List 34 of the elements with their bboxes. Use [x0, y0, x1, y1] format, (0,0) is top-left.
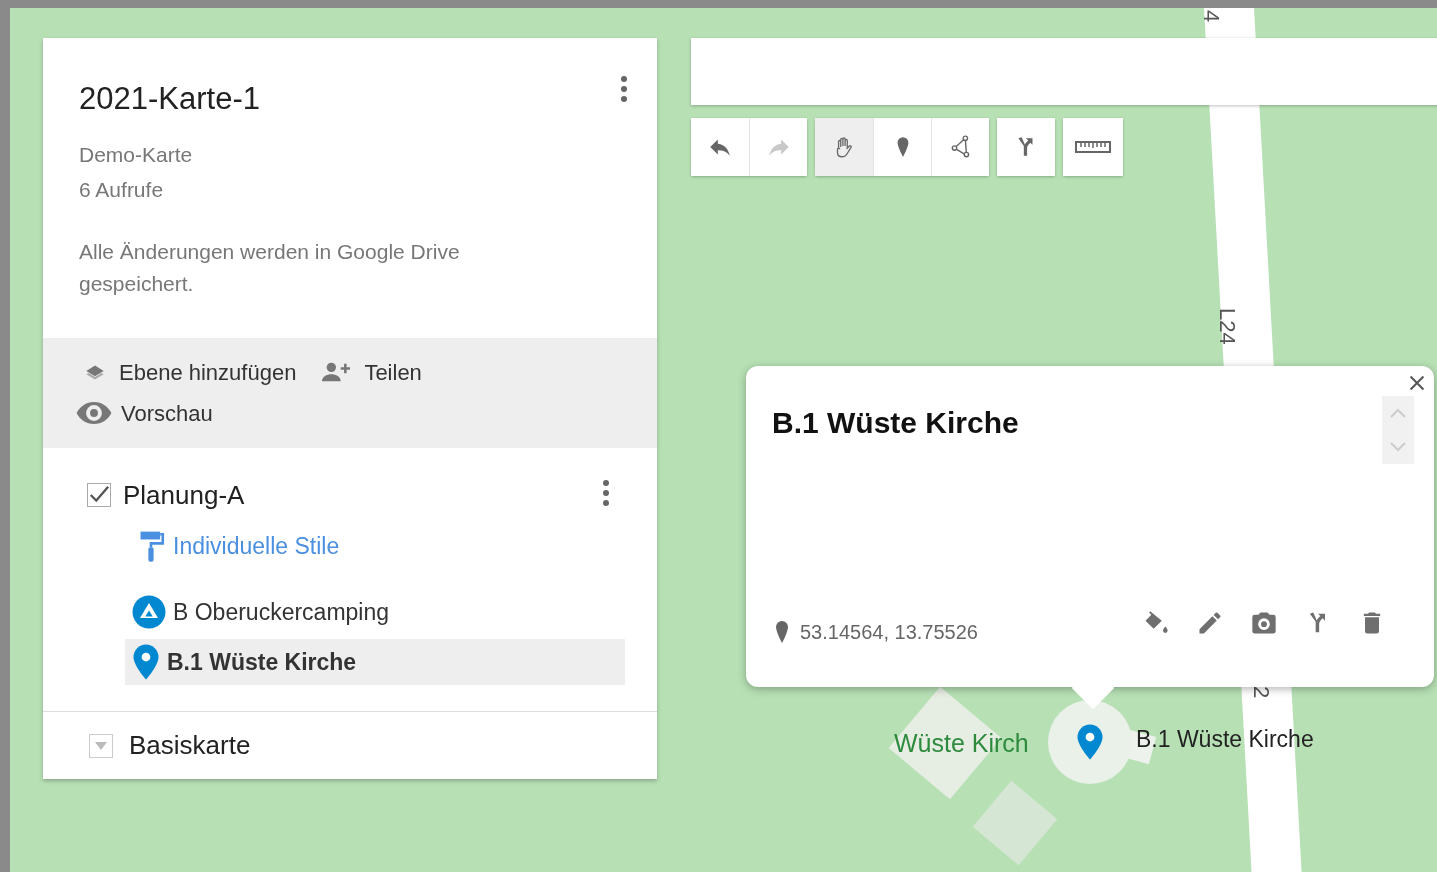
map-pin-icon	[1075, 723, 1105, 761]
feature-item[interactable]: B.1 Wüste Kirche	[125, 639, 625, 685]
expand-toggle[interactable]	[89, 733, 113, 758]
layer-name: Planung-A	[123, 478, 245, 512]
popup-title: B.1 Wüste Kirche	[772, 405, 1019, 441]
marker-label: B.1 Wüste Kirche	[1136, 728, 1314, 751]
toolbar-button[interactable]	[1063, 118, 1123, 176]
preview-button[interactable]: Vorschau	[75, 396, 617, 430]
eye-icon	[75, 400, 113, 426]
add-layer-button[interactable]: Ebene hinzufügen	[79, 355, 297, 389]
map-pin-icon	[131, 643, 161, 681]
toolbar-button[interactable]	[873, 118, 931, 176]
layer-checkbox[interactable]	[87, 483, 111, 507]
feature-item[interactable]: B Oberuckercamping	[125, 589, 625, 635]
road-label: L24	[1216, 308, 1238, 345]
chevron-up-icon	[1390, 408, 1406, 418]
caret-icon	[95, 741, 107, 750]
save-status: Alle Änderungen werden in Google Drive gespeichert.	[79, 238, 461, 297]
road-label: 2	[1250, 686, 1272, 699]
chevron-down-icon	[1390, 442, 1406, 452]
base-map-label: Basiskarte	[129, 729, 251, 762]
toolbar-button[interactable]	[931, 118, 989, 176]
toolbar-button[interactable]	[997, 118, 1055, 176]
road-label: 4	[1200, 10, 1222, 23]
place-label: Wüste Kirch	[894, 731, 1029, 756]
map-description: Demo-Karte	[79, 141, 194, 168]
tent-icon	[131, 594, 167, 630]
search-field[interactable]	[691, 38, 1437, 105]
share-button[interactable]: Teilen	[316, 355, 422, 389]
view-count: 6 Aufrufe	[79, 177, 165, 203]
coordinates: 53.14564, 13.75526	[800, 620, 978, 645]
map-title: 2021-Karte-1	[79, 80, 261, 118]
toolbar-button[interactable]	[815, 118, 873, 176]
toolbar-button[interactable]	[691, 118, 749, 176]
